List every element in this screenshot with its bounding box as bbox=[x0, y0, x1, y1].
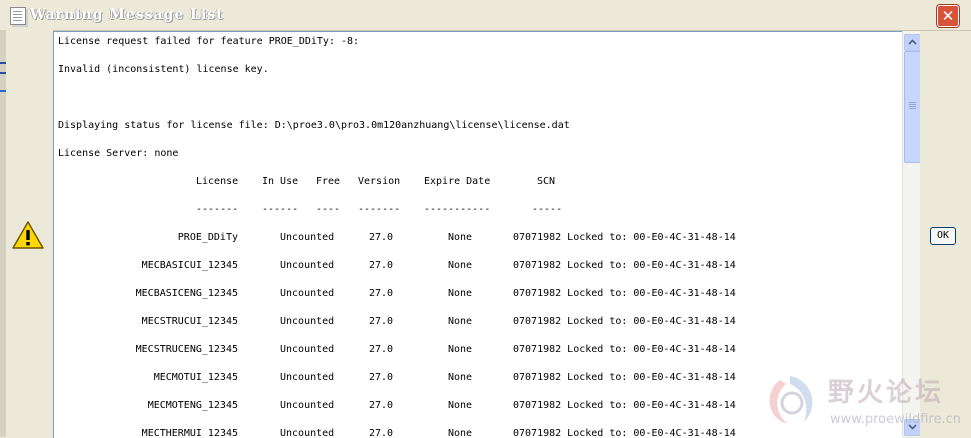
scn-value: 07071982 Locked to: 00-E0-4C-31-48-14 bbox=[513, 372, 736, 383]
thumb-grip bbox=[909, 104, 916, 105]
column-header-free: Free bbox=[316, 176, 341, 187]
thumb-grip bbox=[909, 108, 916, 109]
message-line: License Server: none bbox=[58, 148, 179, 159]
scn-value: 07071982 Locked to: 00-E0-4C-31-48-14 bbox=[513, 260, 736, 271]
edge-artifact bbox=[0, 62, 6, 64]
version-value: 27.0 bbox=[369, 344, 394, 355]
forum-watermark: 野火论坛 www.proewildfire.cn bbox=[760, 368, 970, 434]
expire-date-value: None bbox=[448, 400, 473, 411]
close-button[interactable]: ✕ bbox=[937, 5, 959, 27]
in-use-value: Uncounted bbox=[280, 372, 335, 383]
left-edge bbox=[0, 30, 6, 437]
in-use-value: Uncounted bbox=[280, 232, 335, 243]
thumb-grip bbox=[909, 102, 916, 103]
scn-value: 07071982 Locked to: 00-E0-4C-31-48-14 bbox=[513, 316, 736, 327]
expire-date-value: None bbox=[448, 316, 473, 327]
version-value: 27.0 bbox=[369, 316, 394, 327]
license-name: PROE_DDiTy bbox=[177, 232, 238, 243]
thumb-grip bbox=[909, 106, 916, 107]
in-use-value: Uncounted bbox=[280, 344, 335, 355]
scroll-thumb[interactable] bbox=[904, 51, 921, 163]
in-use-value: Uncounted bbox=[280, 316, 335, 327]
column-header-expire-date: Expire Date bbox=[424, 176, 491, 187]
license-name: MECBASICUI_12345 bbox=[141, 260, 238, 271]
column-header-license: License bbox=[196, 176, 239, 187]
scn-value: 07071982 Locked to: 00-E0-4C-31-48-14 bbox=[513, 400, 736, 411]
column-separator: ---- bbox=[316, 204, 341, 215]
title-bar: Warning Message List ✕ bbox=[0, 0, 971, 31]
ok-button[interactable]: OK bbox=[930, 227, 956, 245]
arrow-up-icon bbox=[908, 39, 917, 45]
scn-value: 07071982 Locked to: 00-E0-4C-31-48-14 bbox=[513, 232, 736, 243]
watermark-url: www.proewildfire.cn bbox=[830, 412, 961, 427]
license-name: MECMOTUI_12345 bbox=[153, 372, 238, 383]
warning-icon bbox=[12, 221, 44, 249]
scroll-up-button[interactable] bbox=[904, 34, 921, 51]
column-separator: ------- bbox=[358, 204, 401, 215]
column-separator: ------ bbox=[262, 204, 299, 215]
version-value: 27.0 bbox=[369, 400, 394, 411]
version-value: 27.0 bbox=[369, 232, 394, 243]
column-separator: ----- bbox=[532, 204, 563, 215]
license-name: MECBASICENG_12345 bbox=[135, 288, 238, 299]
edge-artifact bbox=[0, 90, 6, 92]
expire-date-value: None bbox=[448, 288, 473, 299]
message-line: Displaying status for license file: D:\p… bbox=[58, 120, 570, 131]
column-header-in-use: In Use bbox=[262, 176, 299, 187]
license-name: MECMOTENG_12345 bbox=[147, 400, 238, 411]
expire-date-value: None bbox=[448, 344, 473, 355]
expire-date-value: None bbox=[448, 260, 473, 271]
license-name: MECSTRUCUI_12345 bbox=[141, 316, 238, 327]
column-separator: ------- bbox=[196, 204, 239, 215]
in-use-value: Uncounted bbox=[280, 288, 335, 299]
edge-artifact bbox=[0, 72, 6, 74]
watermark-text: 野火论坛 bbox=[828, 378, 945, 408]
message-line: License request failed for feature PROE_… bbox=[58, 36, 360, 47]
column-separator: ----------- bbox=[424, 204, 491, 215]
license-name: MECSTRUCENG_12345 bbox=[135, 344, 238, 355]
message-line: Invalid (inconsistent) license key. bbox=[58, 64, 269, 75]
expire-date-value: None bbox=[448, 372, 473, 383]
in-use-value: Uncounted bbox=[280, 400, 335, 411]
version-value: 27.0 bbox=[369, 288, 394, 299]
in-use-value: Uncounted bbox=[280, 260, 335, 271]
forum-logo-icon bbox=[769, 376, 813, 424]
version-value: 27.0 bbox=[369, 372, 394, 383]
window-title: Warning Message List bbox=[30, 7, 224, 23]
expire-date-value: None bbox=[448, 232, 473, 243]
document-icon bbox=[10, 7, 26, 25]
column-header-version: Version bbox=[358, 176, 401, 187]
version-value: 27.0 bbox=[369, 260, 394, 271]
scn-value: 07071982 Locked to: 00-E0-4C-31-48-14 bbox=[513, 288, 736, 299]
column-header-scn: SCN bbox=[537, 176, 556, 187]
scn-value: 07071982 Locked to: 00-E0-4C-31-48-14 bbox=[513, 344, 736, 355]
